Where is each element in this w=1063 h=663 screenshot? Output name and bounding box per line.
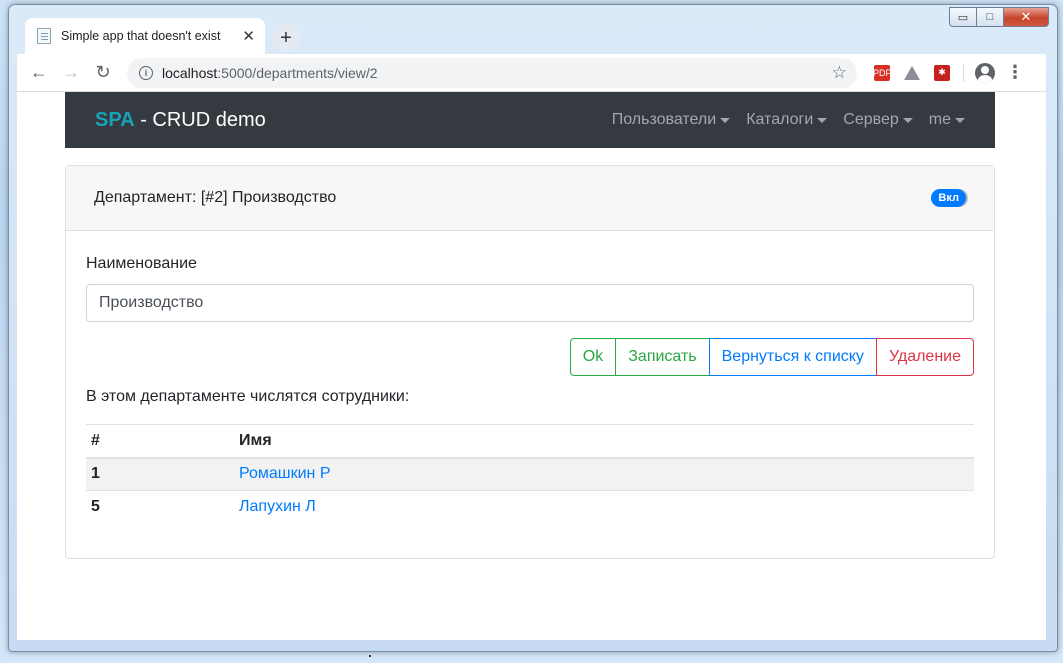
name-label: Наименование (86, 255, 197, 272)
nav-users-dropdown[interactable]: Пользователи (611, 111, 731, 129)
table-row: 5 Лапухин Л (86, 490, 974, 524)
close-window-button[interactable]: ✕ (1003, 7, 1049, 27)
column-header-number: # (86, 424, 234, 459)
employees-caption: В этом департаменте числятся сотрудники: (86, 388, 410, 405)
browser-toolbar: ← → ↻ i localhost:5000/departments/view/… (17, 54, 1046, 92)
page-title: Департамент: [#2] Производство (94, 189, 337, 206)
chevron-down-icon (817, 117, 828, 123)
page-favicon-icon (37, 28, 51, 44)
nav-server-dropdown[interactable]: Сервер (843, 111, 913, 129)
pdf-extension[interactable]: PDF (867, 64, 897, 81)
minimize-button[interactable]: ▭ (949, 7, 976, 27)
employee-link[interactable]: Лапухин Л (239, 498, 316, 515)
brand-spa: SPA (95, 108, 135, 131)
chevron-down-icon (955, 117, 965, 123)
red-extension[interactable]: ✱ (927, 64, 957, 81)
brand-link[interactable]: SPA - CRUD demo (95, 109, 266, 132)
table-row: 1 Ромашкин Р (86, 457, 974, 491)
employee-id: 1 (86, 457, 234, 491)
table-header-row: # Имя (86, 424, 974, 459)
url-text[interactable]: localhost:5000/departments/view/2 (162, 65, 832, 81)
save-button[interactable]: Записать (615, 338, 710, 376)
ok-button[interactable]: Ok (569, 338, 617, 376)
nav-users-label: Пользователи (611, 111, 717, 128)
url-path: :5000/departments/view/2 (217, 64, 378, 81)
action-button-group: Ok Записать Вернуться к списку Удаление (86, 338, 974, 376)
nav-catalogs-label: Каталоги (746, 111, 814, 128)
browser-tab[interactable]: Simple app that doesn't exist ✕ (25, 18, 265, 54)
window-controls: ▭ □ ✕ (949, 7, 1049, 27)
profile-button[interactable] (970, 62, 1000, 83)
name-input[interactable]: Производство (86, 284, 974, 322)
pdf-extension-icon: PDF (873, 64, 891, 81)
toolbar-divider (963, 63, 964, 82)
nav-catalogs-dropdown[interactable]: Каталоги (746, 111, 828, 129)
bookmark-star-icon[interactable]: ☆ (832, 63, 847, 83)
employee-name-cell: Ромашкин Р (234, 457, 974, 491)
delete-button[interactable]: Удаление (875, 338, 974, 376)
employees-table: # Имя 1 Ромашкин Р 5 Лапухин Л (86, 424, 974, 524)
nav-me-label: me (928, 111, 951, 128)
nav-menu: Пользователи Каталоги Сервер me (596, 111, 965, 129)
column-header-name: Имя (234, 424, 974, 459)
profile-icon (975, 62, 995, 83)
nav-me-dropdown[interactable]: me (929, 111, 965, 129)
drive-extension[interactable] (897, 65, 927, 80)
employee-name-cell: Лапухин Л (234, 490, 974, 524)
back-to-list-button[interactable]: Вернуться к списку (708, 338, 877, 376)
site-info-icon[interactable]: i (139, 65, 153, 80)
browser-menu-icon[interactable]: ⋮ (1000, 62, 1030, 83)
tab-close-icon[interactable]: ✕ (242, 27, 255, 45)
card-body: Наименование Производство Ok Записать Ве… (66, 231, 994, 548)
nav-server-label: Сервер (843, 111, 899, 128)
drive-extension-icon (904, 65, 920, 80)
chevron-down-icon (902, 117, 913, 123)
card-header: Департамент: [#2] Производство Вкл (66, 166, 994, 231)
url-host: localhost (162, 64, 218, 81)
maximize-button[interactable]: □ (976, 7, 1003, 27)
chevron-down-icon (720, 117, 731, 123)
decorative-dot (369, 655, 371, 657)
new-tab-button[interactable]: + (272, 24, 300, 52)
department-card: Департамент: [#2] Производство Вкл Наиме… (65, 165, 995, 559)
reload-icon[interactable]: ↻ (87, 62, 119, 83)
tab-title: Simple app that doesn't exist (61, 29, 221, 43)
employee-link[interactable]: Ромашкин Р (239, 465, 331, 482)
enabled-toggle[interactable]: Вкл (931, 189, 966, 207)
address-bar[interactable]: i localhost:5000/departments/view/2 ☆ (127, 57, 857, 88)
red-extension-icon: ✱ (934, 64, 950, 81)
page-viewport: SPA - CRUD demo Пользователи Каталоги Се… (17, 92, 1046, 640)
back-icon[interactable]: ← (23, 62, 55, 83)
app-navbar: SPA - CRUD demo Пользователи Каталоги Се… (65, 92, 995, 148)
forward-icon[interactable]: → (55, 62, 87, 83)
employee-id: 5 (86, 490, 234, 524)
brand-title: - CRUD demo (134, 108, 266, 131)
